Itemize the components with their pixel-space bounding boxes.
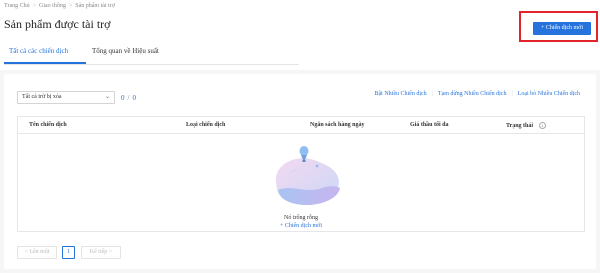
info-icon[interactable]: i bbox=[539, 122, 547, 129]
tab-performance-overview[interactable]: Tổng quan về Hiệu suất bbox=[92, 47, 159, 55]
empty-state-message: Nó trống rỗng bbox=[284, 215, 318, 221]
campaign-table: Tên chiến dịch Loại chiến dịch Ngân sách… bbox=[17, 116, 585, 232]
status-filter-value: Tất cả trừ bị xóa bbox=[22, 94, 62, 100]
chevron-down-icon: ⌄ bbox=[104, 94, 110, 100]
breadcrumb: Trang Chủ > Giao thông > Sản phẩm tài trợ bbox=[4, 3, 115, 9]
bulk-pause-link[interactable]: Tạm dừng Nhiều Chiến dịch bbox=[438, 91, 507, 97]
selection-counter: 0/0 bbox=[121, 94, 136, 102]
breadcrumb-current: Sản phẩm tài trợ bbox=[75, 3, 115, 9]
column-max-bid: Giá thầu tối đa bbox=[410, 122, 449, 128]
breadcrumb-separator: > bbox=[32, 3, 37, 9]
breadcrumb-separator: > bbox=[68, 3, 73, 9]
active-tab-indicator bbox=[4, 62, 86, 64]
page-header: Trang Chủ > Giao thông > Sản phẩm tài trợ Sả… bbox=[0, 0, 600, 70]
bulk-enable-link[interactable]: Bật Nhiều Chiến dịch bbox=[375, 91, 427, 97]
create-campaign-button[interactable]: + Chiến dịch mới bbox=[533, 22, 591, 35]
column-campaign-name: Tên chiến dịch bbox=[29, 122, 67, 128]
column-daily-budget: Ngân sách hàng ngày bbox=[310, 122, 365, 128]
total-count: 0 bbox=[132, 94, 136, 102]
empty-state-illustration bbox=[275, 146, 340, 206]
prev-page-button[interactable]: < Lên một bbox=[17, 246, 57, 259]
tab-all-campaigns[interactable]: Tất cả các chiến dịch bbox=[9, 47, 68, 55]
tab-bar: Tất cả các chiến dịch Tổng quan về Hiệu … bbox=[0, 40, 600, 65]
bulk-actions: Bật Nhiều Chiến dịch | Tạm dừng Nhiều Chiế… bbox=[374, 91, 580, 97]
column-status-label: Trạng thái bbox=[506, 122, 534, 129]
page-title: Sản phẩm được tài trợ bbox=[4, 17, 111, 31]
breadcrumb-home[interactable]: Trang Chủ bbox=[4, 3, 30, 9]
bulk-remove-link[interactable]: Loại bỏ Nhiều Chiến dịch bbox=[518, 91, 580, 97]
column-campaign-type: Loại chiến dịch bbox=[186, 122, 226, 128]
table-header: Tên chiến dịch Loại chiến dịch Ngân sách… bbox=[18, 117, 584, 134]
status-filter-select[interactable]: Tất cả trừ bị xóa ⌄ bbox=[17, 91, 115, 104]
tab-divider bbox=[4, 64, 299, 65]
column-status: Trạng thái i bbox=[506, 122, 547, 129]
page-number-button[interactable]: 1 bbox=[62, 246, 75, 259]
campaign-panel: Tất cả trừ bị xóa ⌄ 0/0 Bật Nhiều Chiến … bbox=[4, 74, 596, 269]
selected-count: 0 bbox=[121, 94, 125, 102]
next-page-button[interactable]: Kế tiếp > bbox=[81, 246, 121, 259]
empty-state-create-link[interactable]: + Chiến dịch mới bbox=[18, 223, 584, 229]
breadcrumb-traffic[interactable]: Giao thông bbox=[39, 3, 66, 9]
